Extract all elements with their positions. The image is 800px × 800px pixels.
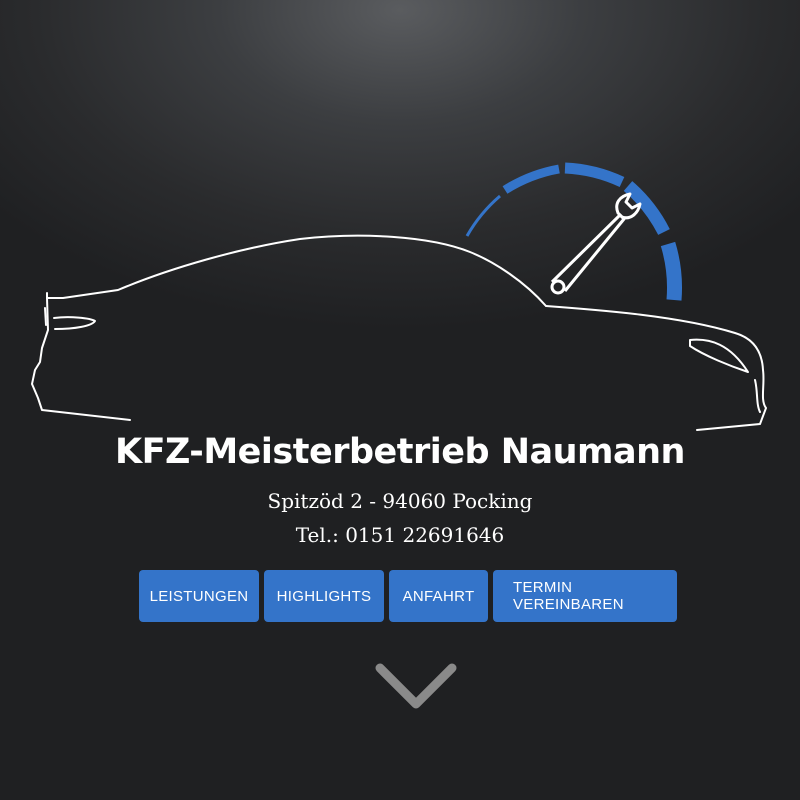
gauge-icon — [465, 162, 682, 301]
nav-button-anfahrt[interactable]: ANFAHRT — [389, 570, 488, 622]
address-text: Spitzöd 2 - 94060 Pocking — [267, 489, 533, 513]
wrench-icon — [550, 192, 642, 295]
phone-text: Tel.: 0151 22691646 — [295, 523, 505, 547]
car-outline — [31, 234, 767, 431]
nav-button-termin-vereinbaren[interactable]: TERMIN VEREINBAREN — [493, 570, 677, 622]
chevron-down-icon[interactable] — [372, 660, 460, 712]
page-title: KFZ-Meisterbetrieb Naumann — [115, 432, 685, 472]
main-nav: LEISTUNGEN HIGHLIGHTS ANFAHRT TERMIN VER… — [0, 570, 800, 622]
hero-section: KFZ-Meisterbetrieb Naumann Spitzöd 2 - 9… — [0, 0, 800, 800]
nav-button-leistungen[interactable]: LEISTUNGEN — [139, 570, 259, 622]
nav-button-highlights[interactable]: HIGHLIGHTS — [264, 570, 384, 622]
